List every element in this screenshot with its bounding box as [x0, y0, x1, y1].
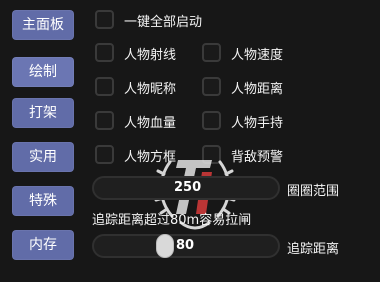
track-distance-label: 追踪距离 — [287, 242, 340, 257]
player-health-label: 人物血量 — [124, 116, 177, 131]
player-holding-label: 人物手持 — [231, 116, 284, 131]
track-distance-slider-knob[interactable] — [156, 234, 174, 258]
player-nickname-label: 人物昵称 — [124, 82, 177, 97]
sidebar-item-fight[interactable]: 打架 — [12, 98, 74, 128]
player-distance-label: 人物距离 — [231, 82, 284, 97]
circle-range-label: 圈圈范围 — [287, 184, 340, 199]
track-distance-value: 80 — [176, 238, 195, 253]
player-line-checkbox[interactable] — [95, 43, 114, 62]
player-line-label: 人物射线 — [124, 48, 177, 63]
track-distance-warning: 追踪距离超过80m容易拉闸 — [92, 213, 252, 228]
player-health-checkbox[interactable] — [95, 111, 114, 130]
sidebar-item-special[interactable]: 特殊 — [12, 186, 74, 216]
start-all-checkbox[interactable] — [95, 10, 114, 29]
player-distance-checkbox[interactable] — [202, 77, 221, 96]
sidebar-item-memory[interactable]: 内存 — [12, 230, 74, 260]
sidebar-item-draw[interactable]: 绘制 — [12, 57, 74, 87]
circle-range-value: 250 — [174, 180, 202, 195]
sidebar-item-utility[interactable]: 实用 — [12, 142, 74, 172]
sidebar-item-main-panel[interactable]: 主面板 — [12, 10, 74, 40]
player-speed-checkbox[interactable] — [202, 43, 221, 62]
player-speed-label: 人物速度 — [231, 48, 284, 63]
sidebar: 主面板 绘制 打架 实用 特殊 内存 — [0, 0, 84, 282]
player-box-checkbox[interactable] — [95, 145, 114, 164]
player-holding-checkbox[interactable] — [202, 111, 221, 130]
start-all-label: 一键全部启动 — [124, 15, 203, 30]
player-nickname-checkbox[interactable] — [95, 77, 114, 96]
